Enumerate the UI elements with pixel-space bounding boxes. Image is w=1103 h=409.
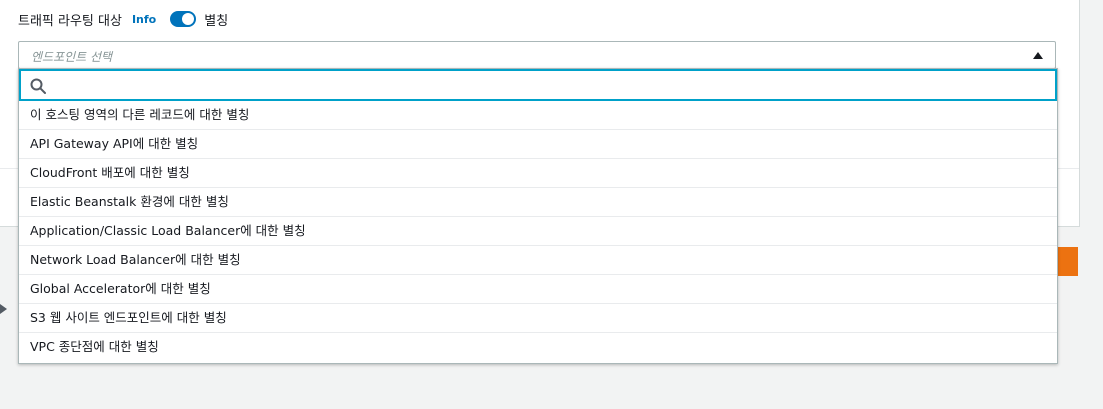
primary-button[interactable] (1057, 247, 1078, 276)
option-list: 이 호스팅 영역의 다른 레코드에 대한 별칭 API Gateway API에… (19, 101, 1057, 362)
option-alias-elastic-beanstalk[interactable]: Elastic Beanstalk 환경에 대한 별칭 (19, 188, 1057, 217)
info-link[interactable]: Info (132, 13, 156, 26)
option-alias-api-gateway[interactable]: API Gateway API에 대한 별칭 (19, 130, 1057, 159)
search-box[interactable] (19, 69, 1057, 101)
option-alias-same-zone-record[interactable]: 이 호스팅 영역의 다른 레코드에 대한 별칭 (19, 101, 1057, 130)
search-input[interactable] (53, 75, 1047, 97)
toggle-knob (182, 13, 195, 25)
caret-right-icon[interactable] (0, 304, 7, 314)
option-alias-cloudfront[interactable]: CloudFront 배포에 대한 별칭 (19, 159, 1057, 188)
routing-label: 트래픽 라우팅 대상 (18, 13, 122, 29)
search-icon (30, 78, 46, 94)
endpoint-select[interactable]: 엔드포인트 선택 (18, 41, 1056, 69)
option-alias-global-accelerator[interactable]: Global Accelerator에 대한 별칭 (19, 275, 1057, 304)
routing-header: 트래픽 라우팅 대상 Info 별칭 (18, 8, 228, 30)
alias-toggle[interactable] (170, 11, 197, 27)
alias-toggle-label: 별칭 (204, 13, 229, 29)
endpoint-dropdown: 이 호스팅 영역의 다른 레코드에 대한 별칭 API Gateway API에… (18, 68, 1058, 364)
option-alias-application-classic-lb[interactable]: Application/Classic Load Balancer에 대한 별칭 (19, 217, 1057, 246)
option-alias-network-lb[interactable]: Network Load Balancer에 대한 별칭 (19, 246, 1057, 275)
option-alias-s3-website[interactable]: S3 웹 사이트 엔드포인트에 대한 별칭 (19, 304, 1057, 333)
option-alias-vpc-endpoint[interactable]: VPC 종단점에 대한 별칭 (19, 333, 1057, 362)
endpoint-select-placeholder: 엔드포인트 선택 (31, 50, 113, 64)
caret-up-icon (1033, 52, 1043, 59)
